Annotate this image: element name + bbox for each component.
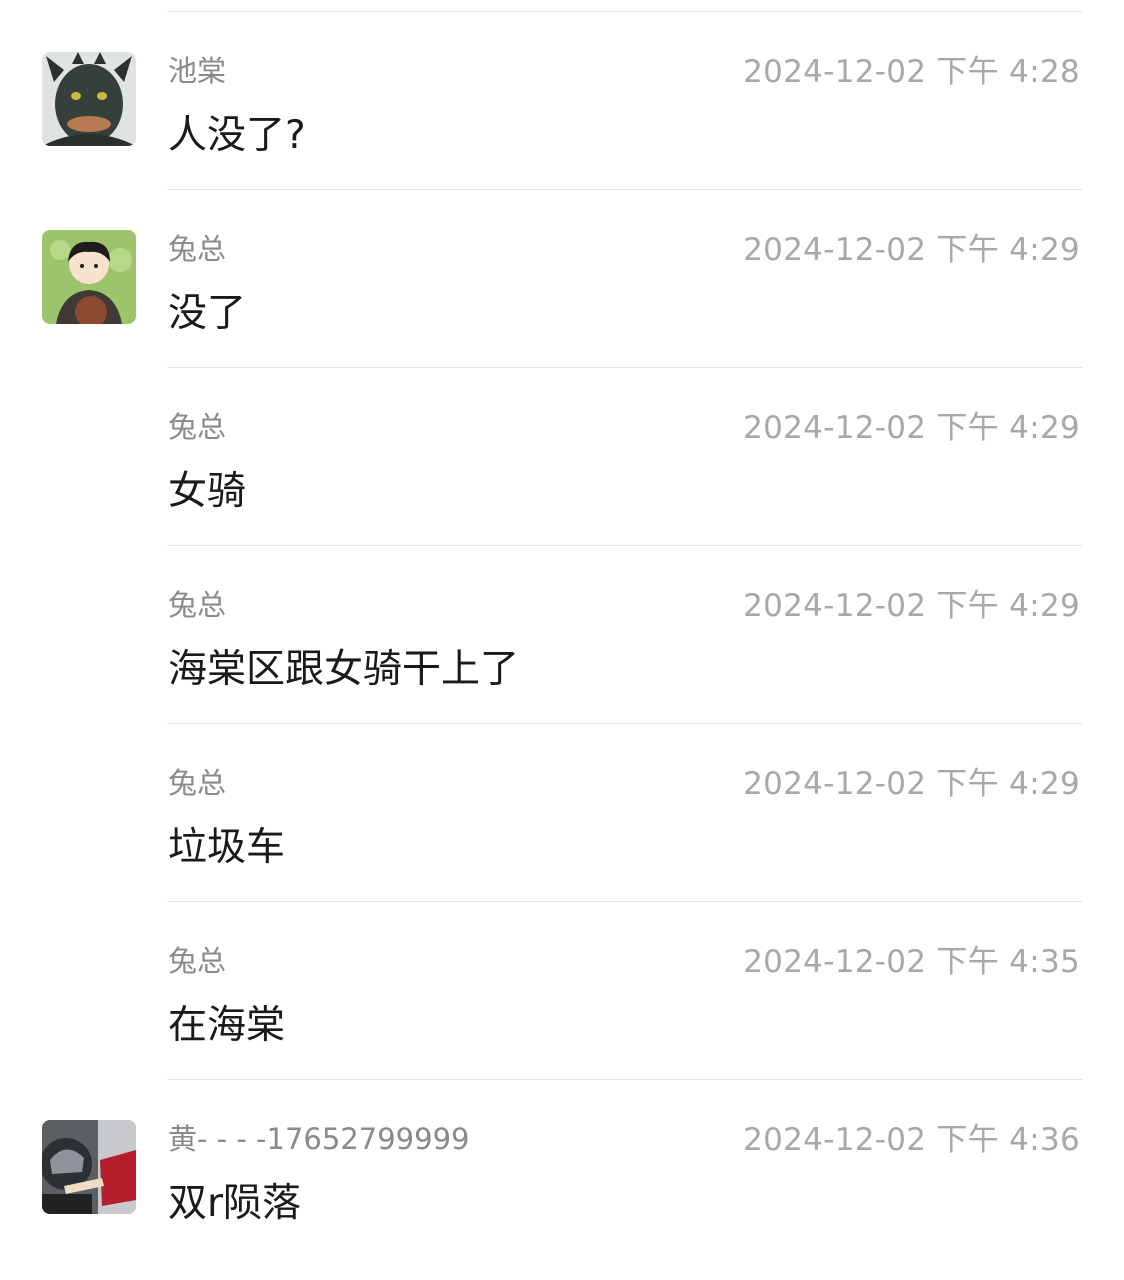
- sender-name: 兔总: [168, 588, 227, 622]
- avatar-helmet-icon[interactable]: [42, 1120, 136, 1214]
- sender-name: 池棠: [168, 54, 227, 88]
- message-text: 垃圾车: [168, 825, 286, 870]
- message-timestamp: 2024-12-02 下午 4:29: [743, 410, 1080, 446]
- message-timestamp: 2024-12-02 下午 4:28: [743, 54, 1080, 90]
- message-timestamp: 2024-12-02 下午 4:35: [743, 944, 1080, 980]
- message-item[interactable]: 兔总 2024-12-02 下午 4:29 女骑: [0, 368, 1124, 546]
- message-item[interactable]: 兔总 2024-12-02 下午 4:29 海棠区跟女骑干上了: [0, 546, 1124, 724]
- message-text: 双r陨落: [168, 1181, 302, 1226]
- sender-name: 兔总: [168, 766, 227, 800]
- sender-name: 兔总: [168, 944, 227, 978]
- message-item[interactable]: 黄- - - -17652799999 2024-12-02 下午 4:36 双…: [0, 1080, 1124, 1258]
- message-text: 人没了?: [168, 113, 306, 158]
- avatar-dragon-icon[interactable]: [42, 52, 136, 146]
- message-item[interactable]: 兔总 2024-12-02 下午 4:29 没了: [0, 190, 1124, 368]
- message-timestamp: 2024-12-02 下午 4:29: [743, 766, 1080, 802]
- message-timestamp: 2024-12-02 下午 4:29: [743, 232, 1080, 268]
- message-timestamp: 2024-12-02 下午 4:29: [743, 588, 1080, 624]
- sender-name: 兔总: [168, 410, 227, 444]
- message-text: 海棠区跟女骑干上了: [168, 647, 520, 692]
- message-item[interactable]: 兔总 2024-12-02 下午 4:29 垃圾车: [0, 724, 1124, 902]
- sender-name: 黄- - - -17652799999: [168, 1122, 470, 1156]
- avatar-cartoon-boy-icon[interactable]: [42, 230, 136, 324]
- message-item[interactable]: 兔总 2024-12-02 下午 4:35 在海棠: [0, 902, 1124, 1080]
- sender-name: 兔总: [168, 232, 227, 266]
- message-item[interactable]: 池棠 2024-12-02 下午 4:28 人没了?: [0, 12, 1124, 190]
- message-text: 女骑: [168, 469, 247, 514]
- message-timestamp: 2024-12-02 下午 4:36: [743, 1122, 1080, 1158]
- message-text: 在海棠: [168, 1003, 286, 1048]
- message-text: 没了: [168, 291, 247, 336]
